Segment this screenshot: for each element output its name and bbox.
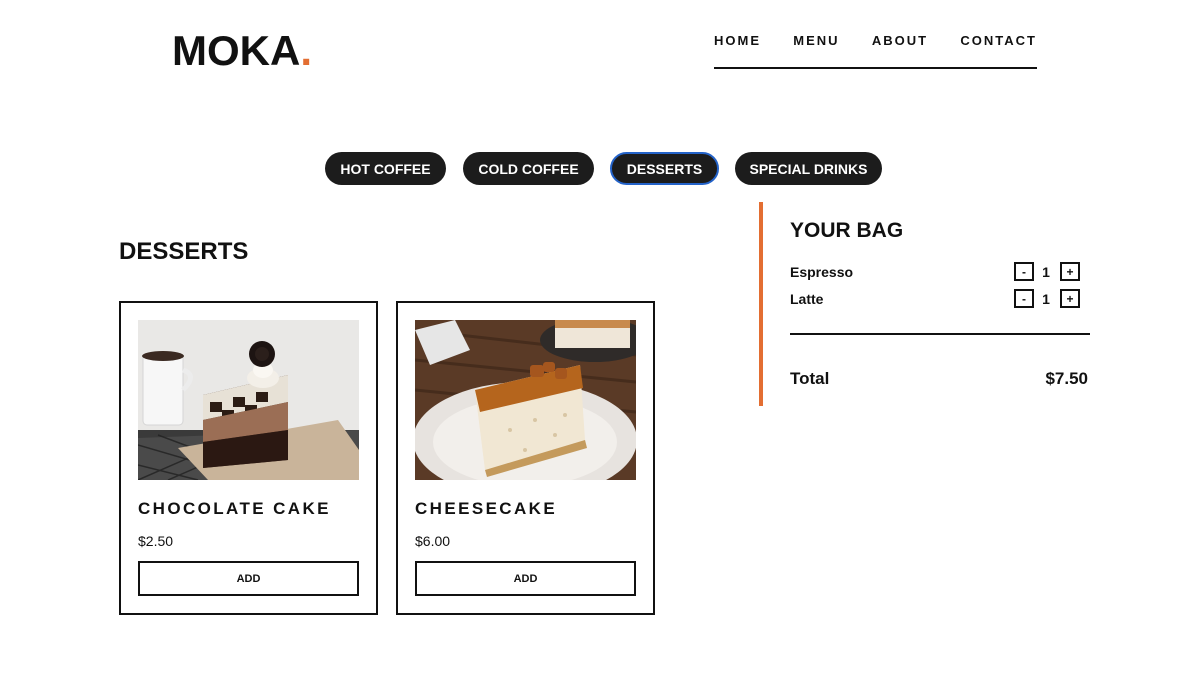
bag-item-name: Latte (790, 291, 824, 307)
total-label: Total (790, 369, 830, 388)
nav-menu-link[interactable]: MENU (793, 33, 839, 67)
bag-divider (790, 333, 1090, 335)
bag-accent-bar (759, 202, 763, 406)
cheesecake-image (415, 320, 636, 480)
decrease-quantity-button[interactable]: - (1014, 262, 1034, 281)
item-quantity: 1 (1042, 291, 1050, 307)
bag-title: YOUR BAG (790, 219, 904, 242)
product-card: CHEESECAKE $6.00 ADD (396, 301, 655, 615)
add-cheesecake-button[interactable]: ADD (415, 561, 636, 596)
item-quantity: 1 (1042, 264, 1050, 280)
product-name: CHEESECAKE (415, 499, 558, 518)
product-card: CHOCOLATE CAKE $2.50 ADD (119, 301, 378, 615)
category-hot-coffee-button[interactable]: HOT COFFEE (325, 152, 446, 185)
nav-home-link[interactable]: HOME (714, 33, 761, 67)
brand-dot: . (300, 27, 312, 74)
add-chocolate-cake-button[interactable]: ADD (138, 561, 359, 596)
decrease-quantity-button[interactable]: - (1014, 289, 1034, 308)
chocolate-cake-image (138, 320, 359, 480)
brand-logo[interactable]: MOKA. (172, 26, 312, 76)
product-price: $2.50 (138, 533, 174, 549)
increase-quantity-button[interactable]: + (1060, 262, 1080, 281)
category-cold-coffee-button[interactable]: COLD COFFEE (463, 152, 594, 185)
category-desserts-button[interactable]: DESSERTS (610, 152, 719, 185)
bag-item-name: Espresso (790, 264, 854, 280)
section-title: DESSERTS (119, 238, 249, 265)
category-filter-bar: HOT COFFEE COLD COFFEE DESSERTS SPECIAL … (0, 152, 1200, 186)
nav-about-link[interactable]: ABOUT (872, 33, 928, 67)
product-price: $6.00 (415, 533, 451, 549)
nav-contact-link[interactable]: CONTACT (960, 33, 1037, 67)
total-value: $7.50 (1045, 369, 1088, 388)
category-special-drinks-button[interactable]: SPECIAL DRINKS (735, 152, 882, 185)
main-nav: HOME MENU ABOUT CONTACT (714, 33, 1037, 69)
brand-name: MOKA (172, 27, 301, 74)
bag-item: Latte - 1 + (790, 289, 1090, 309)
product-name: CHOCOLATE CAKE (138, 499, 331, 518)
bag-item: Espresso - 1 + (790, 262, 1090, 282)
increase-quantity-button[interactable]: + (1060, 289, 1080, 308)
